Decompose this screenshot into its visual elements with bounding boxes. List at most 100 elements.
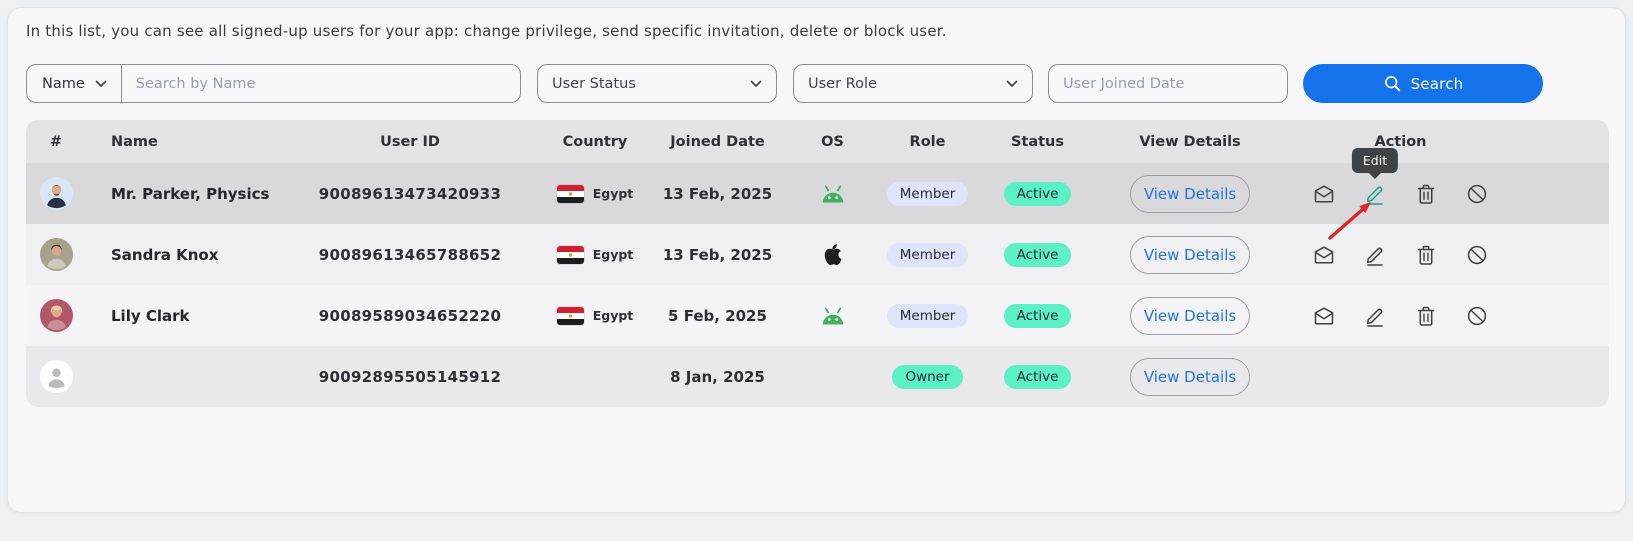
mail-icon-button[interactable] [1312, 243, 1336, 267]
delete-icon-button[interactable] [1414, 182, 1438, 206]
os-cell [775, 305, 870, 326]
avatar-cell [26, 299, 86, 332]
chevron-down-icon [750, 80, 762, 88]
role-badge: Member [887, 243, 969, 267]
search-combo: Name [26, 64, 521, 103]
os-cell [775, 183, 870, 204]
country-name: Egypt [593, 186, 634, 201]
table-row: 90092895505145912 8 Jan, 2025 [26, 346, 1609, 407]
delete-icon-button[interactable] [1414, 243, 1438, 267]
role-badge: Member [887, 182, 969, 206]
view-details-button[interactable]: View Details [1130, 358, 1250, 396]
status-badge: Active [1004, 365, 1072, 389]
search-button-label: Search [1411, 75, 1464, 93]
avatar-cell [26, 360, 86, 393]
avatar-cell [26, 238, 86, 271]
column-header-name: Name [86, 134, 330, 150]
users-panel: In this list, you can see all signed-up … [7, 7, 1626, 513]
block-icon-button[interactable] [1465, 182, 1489, 206]
column-header-country: Country [490, 134, 660, 150]
users-table: # Name User ID Country Joined Date OS Ro… [26, 120, 1609, 407]
edit-icon-button[interactable] [1363, 243, 1387, 267]
joined-date: 8 Jan, 2025 [670, 368, 765, 386]
page-description: In this list, you can see all signed-up … [26, 22, 1607, 40]
joined-date: 5 Feb, 2025 [668, 307, 767, 325]
actions-cell [1290, 304, 1609, 328]
table-row: Mr. Parker, Physics 90089613473420933 Eg… [26, 163, 1609, 224]
edit-pencil-icon [1363, 304, 1387, 328]
block-icon-button[interactable] [1465, 243, 1489, 267]
user-name: Sandra Knox [111, 246, 218, 264]
table-body: Mr. Parker, Physics 90089613473420933 Eg… [26, 163, 1609, 407]
actions-cell [1290, 243, 1609, 267]
edit-pencil-icon [1363, 243, 1387, 267]
egypt-flag-icon [557, 185, 584, 203]
view-details-button[interactable]: View Details [1130, 236, 1250, 274]
android-icon [820, 183, 846, 204]
edit-pencil-icon [1363, 182, 1387, 206]
joined-date: 13 Feb, 2025 [663, 246, 772, 264]
user-id: 90092895505145912 [319, 368, 502, 386]
user-role-select[interactable]: User Role [793, 64, 1033, 103]
edit-icon-button[interactable] [1363, 304, 1387, 328]
filter-bar: Name User Status User Role Search [26, 64, 1543, 103]
search-icon [1383, 74, 1402, 93]
status-badge: Active [1004, 182, 1072, 206]
column-header-action: Action [1290, 134, 1609, 150]
avatar [40, 238, 73, 271]
role-badge: Owner [892, 365, 962, 389]
os-cell [775, 243, 870, 266]
country-cell: Egypt [490, 246, 660, 264]
search-input[interactable] [122, 65, 520, 102]
table-row: Sandra Knox 90089613465788652 Egypt 13 F… [26, 224, 1609, 285]
column-header-os: OS [775, 134, 870, 150]
actions-cell: Edit [1290, 182, 1609, 206]
chevron-down-icon [1006, 80, 1018, 88]
apple-icon [823, 243, 842, 266]
column-header-view-details: View Details [1090, 134, 1290, 150]
mail-icon-button[interactable] [1312, 304, 1336, 328]
avatar-placeholder [40, 360, 73, 393]
country-cell: Egypt [490, 185, 660, 203]
status-badge: Active [1004, 243, 1072, 267]
joined-date: 13 Feb, 2025 [663, 185, 772, 203]
country-cell: Egypt [490, 307, 660, 325]
view-details-button[interactable]: View Details [1130, 175, 1250, 213]
joined-date-input[interactable] [1048, 64, 1288, 103]
search-field-selector-value: Name [42, 76, 85, 92]
column-header-user-id: User ID [330, 134, 490, 150]
chevron-down-icon [95, 80, 107, 88]
user-role-select-value: User Role [808, 76, 877, 92]
column-header-joined-date: Joined Date [660, 134, 775, 150]
actions-cell [1290, 365, 1609, 389]
egypt-flag-icon [557, 246, 584, 264]
search-button[interactable]: Search [1303, 64, 1543, 103]
edit-tooltip: Edit [1352, 148, 1398, 173]
user-status-select[interactable]: User Status [537, 64, 777, 103]
view-details-button[interactable]: View Details [1130, 297, 1250, 335]
avatar [40, 299, 73, 332]
country-name: Egypt [593, 247, 634, 262]
avatar [40, 177, 73, 210]
status-badge: Active [1004, 304, 1072, 328]
mail-icon-button[interactable] [1312, 182, 1336, 206]
user-id: 90089613465788652 [319, 246, 502, 264]
user-status-select-value: User Status [552, 76, 636, 92]
table-row: Lily Clark 90089589034652220 Egypt 5 Feb… [26, 285, 1609, 346]
search-field-selector[interactable]: Name [27, 65, 122, 102]
column-header-number: # [26, 134, 86, 150]
country-name: Egypt [593, 308, 634, 323]
user-id: 90089613473420933 [319, 185, 502, 203]
edit-icon-button[interactable]: Edit [1363, 182, 1387, 206]
egypt-flag-icon [557, 307, 584, 325]
user-name: Lily Clark [111, 307, 190, 325]
column-header-status: Status [985, 134, 1090, 150]
column-header-role: Role [870, 134, 985, 150]
role-badge: Member [887, 304, 969, 328]
user-name: Mr. Parker, Physics [111, 185, 269, 203]
block-icon-button[interactable] [1465, 304, 1489, 328]
delete-icon-button[interactable] [1414, 304, 1438, 328]
avatar-cell [26, 177, 86, 210]
user-id: 90089589034652220 [319, 307, 502, 325]
android-icon [820, 305, 846, 326]
